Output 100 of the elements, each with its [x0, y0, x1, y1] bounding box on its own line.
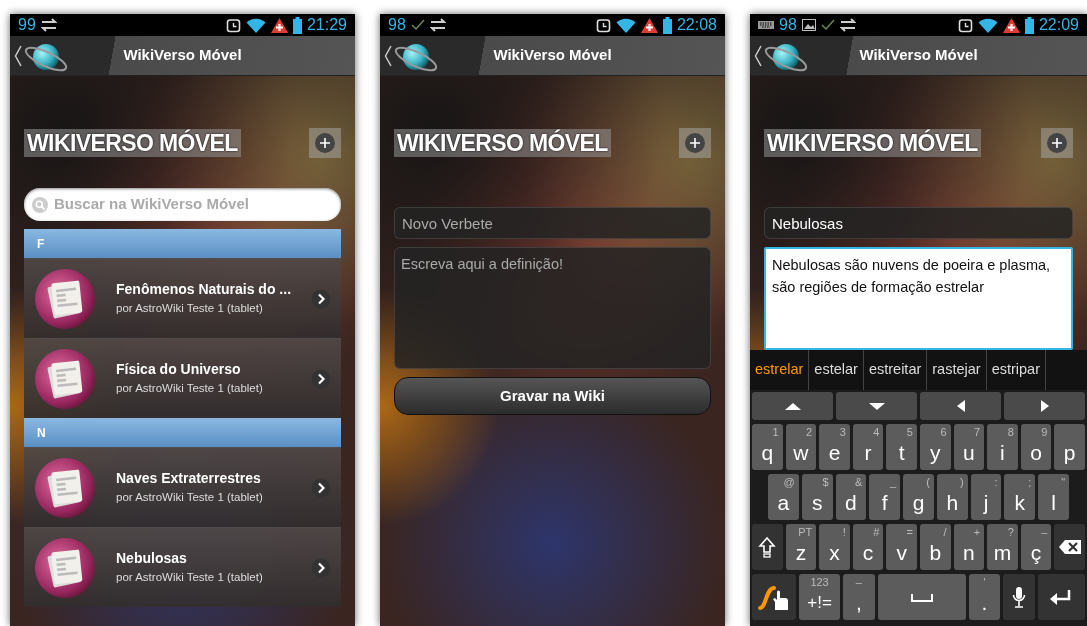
keyboard-key[interactable]: 8 i [987, 424, 1018, 470]
arrow-key[interactable] [752, 392, 833, 420]
keyboard-key[interactable]: ! x [819, 524, 850, 570]
notification-count: 98 [779, 15, 797, 35]
key-hint: / [943, 527, 947, 538]
shift-icon [758, 536, 777, 558]
back-chevron-icon[interactable] [14, 44, 22, 67]
alert-icon [640, 17, 658, 33]
keyboard-key[interactable]: 7 u [953, 424, 985, 470]
keyboard-key[interactable]: PT z [785, 524, 817, 570]
shift-key[interactable] [752, 524, 783, 570]
backspace-key[interactable] [1054, 524, 1085, 570]
article-title: Nebulosas [116, 549, 188, 569]
save-button[interactable]: Gravar na Wiki [394, 377, 711, 415]
key-hint: – [1041, 527, 1048, 538]
keyboard-key[interactable]: ; k [1004, 474, 1036, 520]
key-hint: ! [842, 527, 846, 538]
wifi-icon [245, 17, 266, 33]
app-title: WikiVerso Móvel [858, 45, 979, 66]
key-hint: _ [890, 477, 897, 488]
keyboard-key[interactable]: # c [852, 524, 884, 570]
keyboard-key[interactable]: $ s [801, 474, 833, 520]
add-button[interactable] [309, 128, 341, 158]
left-arrow-icon [956, 400, 965, 412]
key-hint: : [994, 477, 998, 488]
title-input-field[interactable]: Nebulosas [764, 207, 1073, 239]
keyboard-key[interactable]: / b [919, 524, 951, 570]
article-author: por AstroWiki Teste 1 (tablet) [116, 301, 264, 317]
search-icon [32, 196, 48, 213]
keyboard-key[interactable]: 4 r [852, 424, 884, 470]
article-list-item[interactable]: Fenômenos Naturais do ... por AstroWiki Teste 1 (tablet) [24, 258, 341, 338]
keyboard-key[interactable]: 3 e [819, 424, 850, 470]
add-button[interactable] [679, 128, 711, 158]
keyboard-key[interactable]: @ a [768, 474, 799, 520]
add-button[interactable] [1041, 128, 1073, 158]
key-hint: 123 [810, 577, 829, 588]
key-hint: 7 [974, 427, 981, 438]
status-time: 22:08 [676, 15, 717, 35]
article-list-item[interactable]: Física do Universo por AstroWiki Teste 1 (tablet) [24, 338, 341, 418]
key-hint: PT [798, 527, 813, 538]
keyboard-icon [758, 20, 774, 30]
back-chevron-icon[interactable] [754, 44, 762, 67]
sync-icon [40, 18, 57, 32]
keyboard-key[interactable]: 123 +!= [799, 574, 841, 620]
right-arrow-icon [1040, 400, 1049, 412]
article-list-item[interactable]: Naves Extraterrestres por AstroWiki Teste 1 (tablet) [24, 447, 341, 527]
article-list-item[interactable]: Nebulosas por AstroWiki Teste 1 (tablet) [24, 527, 341, 607]
article-author: por AstroWiki Teste 1 (tablet) [116, 490, 264, 506]
keyboard-key[interactable]: 2 w [785, 424, 817, 470]
arrow-key[interactable] [1004, 392, 1085, 420]
wifi-icon [615, 17, 636, 33]
chevron-icon [311, 368, 331, 389]
key-hint: 9 [1041, 427, 1048, 438]
keyboard-key[interactable]: + n [953, 524, 985, 570]
definition-text-area[interactable]: Nebulosas são nuvens de poeira e plasma, são regiões de formação estrelar [764, 247, 1073, 350]
keyboard-key[interactable]: – ç [1020, 524, 1052, 570]
sync-icon [429, 18, 446, 32]
keyboard-key[interactable]: : j [970, 474, 1002, 520]
keyboard-key[interactable]: 5 t [886, 424, 917, 470]
chevron-icon [311, 477, 331, 498]
suggestion-chip[interactable]: rastejar [927, 350, 987, 390]
key-hint: 3 [839, 427, 846, 438]
up-arrow-icon [784, 402, 801, 410]
search-field[interactable]: Buscar na WikiVerso Móvel [24, 188, 341, 221]
keyboard-key[interactable]: 1 q [752, 424, 783, 470]
key-hint: ) [960, 477, 964, 488]
keyboard-key[interactable]: 9 o [1020, 424, 1052, 470]
suggestion-chip[interactable]: estripar [986, 350, 1046, 390]
keyboard-key[interactable]: 6 y [919, 424, 951, 470]
keyboard-key[interactable]: ( g [903, 474, 934, 520]
keyboard-key[interactable]: & d [835, 474, 867, 520]
keyboard-key[interactable]: " l [1038, 474, 1070, 520]
article-author: por AstroWiki Teste 1 (tablet) [116, 381, 264, 397]
swype-key[interactable] [752, 574, 797, 620]
title-input-field[interactable]: Novo Verbete [394, 207, 711, 239]
arrow-key[interactable] [836, 392, 917, 420]
definition-text-area[interactable]: Escreva aqui a definição! [394, 247, 711, 369]
key-hint: ? [1007, 527, 1014, 538]
key-hint: + [973, 527, 981, 538]
suggestion-chip[interactable]: estreitar [863, 350, 928, 390]
suggestion-chip[interactable]: estelar [809, 350, 864, 390]
enter-key[interactable] [1037, 574, 1085, 620]
app-title: WikiVerso Móvel [492, 45, 613, 66]
keyboard-key[interactable]: – , [843, 574, 875, 620]
microphone-key[interactable] [1003, 574, 1035, 620]
down-arrow-icon [868, 402, 885, 410]
key-hint: 1 [772, 427, 779, 438]
microphone-icon [1012, 586, 1026, 608]
article-author: por AstroWiki Teste 1 (tablet) [116, 570, 264, 586]
keyboard-key[interactable]: ? m [987, 524, 1018, 570]
keyboard-key[interactable]: ' . [968, 574, 1001, 620]
keyboard-key[interactable]: ) h [936, 474, 968, 520]
status-time: 21:29 [306, 15, 347, 35]
arrow-key[interactable] [920, 392, 1001, 420]
keyboard-key[interactable]: p [1054, 424, 1085, 470]
newspaper-icon [34, 536, 96, 599]
keyboard-key[interactable]: _ f [869, 474, 901, 520]
suggestion-chip[interactable]: estrelar [750, 350, 810, 390]
back-chevron-icon[interactable] [384, 44, 392, 67]
keyboard-key[interactable]: = v [886, 524, 917, 570]
